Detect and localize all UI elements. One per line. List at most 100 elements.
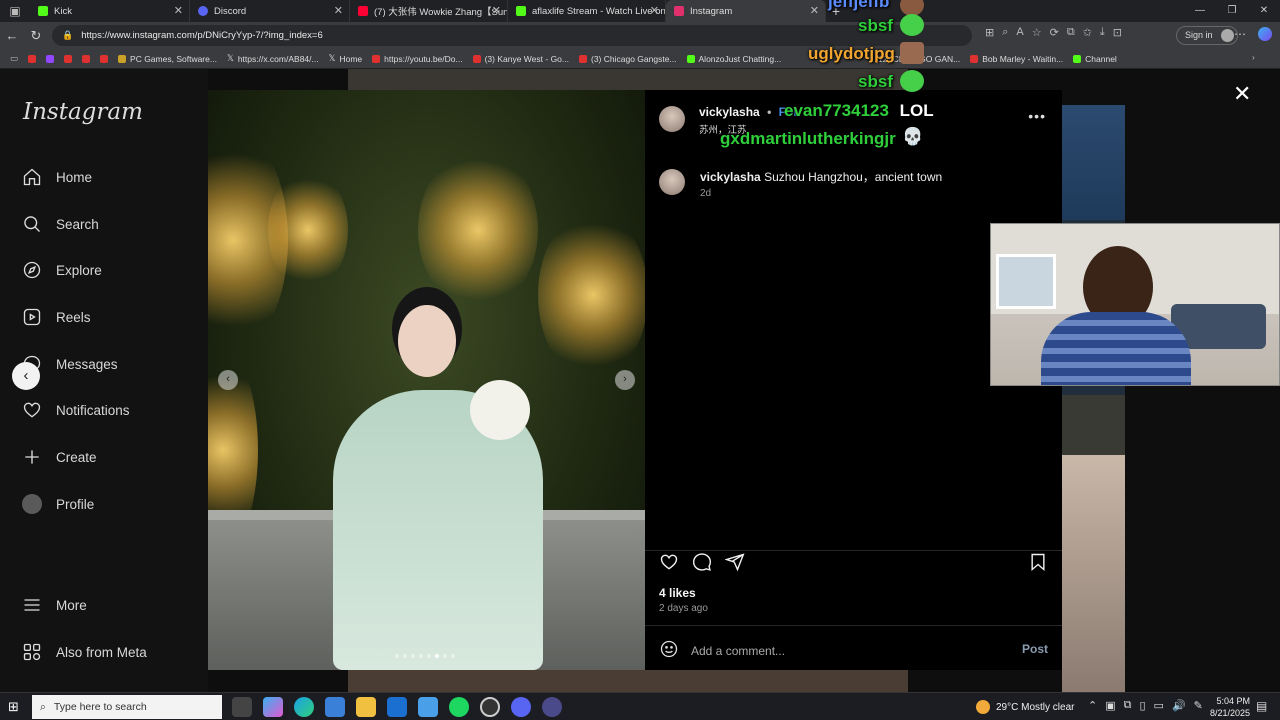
nav-notifications[interactable]: Notifications — [22, 400, 130, 420]
copilot-icon[interactable] — [263, 697, 283, 717]
nav-more[interactable]: More — [22, 595, 87, 615]
close-tab-icon[interactable]: ✕ — [174, 4, 183, 17]
previous-post-button[interactable]: ‹ — [12, 362, 40, 390]
bookmark-item[interactable]: (3) Chicago Gangste... — [579, 54, 677, 64]
photos-icon[interactable] — [418, 697, 438, 717]
bookmark-youtube-4[interactable] — [100, 54, 109, 63]
tab-actions-icon[interactable]: ▣ — [0, 0, 30, 22]
bookmark-twitch[interactable] — [46, 54, 55, 63]
close-tab-icon[interactable]: ✕ — [492, 4, 501, 17]
network-icon[interactable]: ⧉ — [1124, 699, 1132, 712]
camera-icon[interactable]: ▣ — [1105, 699, 1115, 712]
nav-profile[interactable]: Profile — [22, 494, 94, 514]
bookmark-item[interactable]: 𝕏https://x.com/AB84/... — [227, 53, 319, 64]
bookmark-item[interactable]: Bob Marley - Waitin... — [970, 54, 1063, 64]
close-tab-icon[interactable]: ✕ — [650, 4, 659, 17]
nav-home[interactable]: Home — [22, 167, 92, 187]
post-photo[interactable]: ‹ › — [208, 90, 645, 670]
avatar[interactable] — [659, 169, 685, 195]
split-screen-icon[interactable]: ⧉ — [1067, 26, 1075, 39]
minimize-icon[interactable]: — — [1184, 0, 1216, 22]
tab-discord[interactable]: Discord ✕ — [190, 0, 350, 22]
nav-create[interactable]: Create — [22, 447, 97, 467]
close-icon[interactable]: ✕ — [1233, 81, 1251, 107]
bookmark-youtube-2[interactable] — [64, 54, 73, 63]
bookmark-youtube-3[interactable] — [82, 54, 91, 63]
app-available-icon[interactable]: ⊞ — [985, 26, 994, 39]
emoji-icon[interactable] — [659, 639, 679, 662]
taskbar-search-input[interactable]: Type here to search — [54, 701, 147, 713]
address-input[interactable]: 🔒 https://www.instagram.com/p/DNiCryYyp-… — [52, 25, 972, 46]
zoom-icon[interactable]: ⌕ — [1002, 26, 1008, 39]
like-heart-icon[interactable] — [659, 552, 679, 577]
nav-search[interactable]: Search — [22, 214, 99, 234]
bookmark-item[interactable]: AlonzoJust Chatting... — [686, 54, 781, 64]
tab-aflaxlife[interactable]: aflaxlife Stream - Watch Live on K ✕ — [508, 0, 666, 22]
post-comment-button[interactable]: Post — [1022, 642, 1048, 656]
refresh-icon[interactable]: ↻ — [24, 28, 48, 44]
nav-label: More — [56, 597, 87, 613]
collections-icon[interactable]: ⊡ — [1113, 26, 1122, 39]
bookmark-item[interactable]: https://youtu.be/Do... — [372, 54, 463, 64]
nav-explore[interactable]: Explore — [22, 260, 102, 280]
sign-in-button[interactable]: Sign in — [1176, 26, 1238, 45]
close-tab-icon[interactable]: ✕ — [810, 4, 819, 17]
edge-icon[interactable] — [294, 697, 314, 717]
read-aloud-icon[interactable]: A — [1016, 26, 1023, 39]
maximize-icon[interactable]: ❐ — [1216, 0, 1248, 22]
avatar[interactable] — [659, 106, 685, 132]
windows-start-icon[interactable]: ⊞ — [8, 699, 19, 715]
chevron-up-icon[interactable]: ⌃ — [1088, 699, 1097, 712]
carousel-next-icon[interactable]: › — [615, 370, 635, 390]
kick-icon — [516, 6, 526, 16]
bookmark-item[interactable]: Channel — [1073, 54, 1117, 64]
more-options-icon[interactable]: ⋯ — [1234, 27, 1246, 41]
carousel-prev-icon[interactable]: ‹ — [218, 370, 238, 390]
notifications-icon[interactable]: ▤ — [1256, 699, 1267, 713]
back-icon[interactable]: ← — [0, 28, 24, 43]
nav-reels[interactable]: Reels — [22, 307, 91, 327]
file-explorer-icon[interactable] — [356, 697, 376, 717]
bookmark-item[interactable]: 𝕏 Home — [329, 53, 363, 64]
app-icon[interactable] — [542, 697, 562, 717]
microphone-icon[interactable]: ▯ — [1139, 699, 1145, 712]
close-window-icon[interactable]: ✕ — [1248, 0, 1280, 22]
store-icon[interactable] — [325, 697, 345, 717]
like-count[interactable]: 4 likes — [659, 586, 696, 600]
obs-icon[interactable] — [480, 697, 500, 717]
bookmark-item[interactable]: (3) Kanye West - Go... — [472, 54, 569, 64]
nav-also-from-meta[interactable]: Also from Meta — [22, 642, 147, 662]
bookmark-save-icon[interactable] — [1028, 552, 1048, 577]
chevron-right-icon[interactable]: › — [1252, 52, 1255, 62]
tab-youtube[interactable]: (7) 大张伟 Wowkie Zhang【Sunsh ✕ — [350, 0, 508, 22]
outlook-icon[interactable] — [387, 697, 407, 717]
task-view-icon[interactable] — [232, 697, 252, 717]
favorite-star-icon[interactable]: ☆ — [1032, 26, 1042, 39]
tab-instagram[interactable]: Instagram ✕ — [666, 0, 826, 22]
downloads-icon[interactable]: ⤓ — [1100, 26, 1105, 39]
comment-icon[interactable] — [692, 552, 712, 577]
weather-widget[interactable]: 29°C Mostly clear — [976, 700, 1074, 714]
lock-icon[interactable]: 🔒 — [62, 30, 73, 41]
caption-username[interactable]: vickylasha — [700, 170, 761, 184]
bookmark-item[interactable]: PC Games, Software... — [118, 54, 217, 64]
close-tab-icon[interactable]: ✕ — [334, 4, 343, 17]
display-icon[interactable]: ▭ — [1154, 699, 1164, 712]
discord-icon[interactable] — [511, 697, 531, 717]
instagram-logo[interactable]: Instagram — [23, 99, 143, 125]
comment-input[interactable]: Add a comment... — [691, 644, 785, 658]
taskbar-search[interactable]: ⌕ Type here to search — [32, 695, 222, 719]
more-options-icon[interactable]: ••• — [1028, 108, 1046, 124]
carousel-indicator — [395, 654, 455, 658]
refresh-page-icon[interactable]: ⟳ — [1050, 26, 1059, 39]
share-icon[interactable] — [724, 552, 745, 577]
reading-list-icon[interactable]: ▭ — [10, 53, 18, 64]
bookmark-youtube-1[interactable] — [28, 54, 37, 63]
taskbar-clock[interactable]: 5:04 PM 8/21/2025 — [1200, 695, 1250, 719]
favorites-icon[interactable]: ✩ — [1083, 26, 1092, 39]
tab-kick[interactable]: Kick ✕ — [30, 0, 190, 22]
copilot-icon[interactable] — [1258, 27, 1272, 41]
volume-icon[interactable]: 🔊 — [1172, 699, 1186, 712]
username-link[interactable]: vickylasha — [699, 105, 760, 119]
spotify-icon[interactable] — [449, 697, 469, 717]
